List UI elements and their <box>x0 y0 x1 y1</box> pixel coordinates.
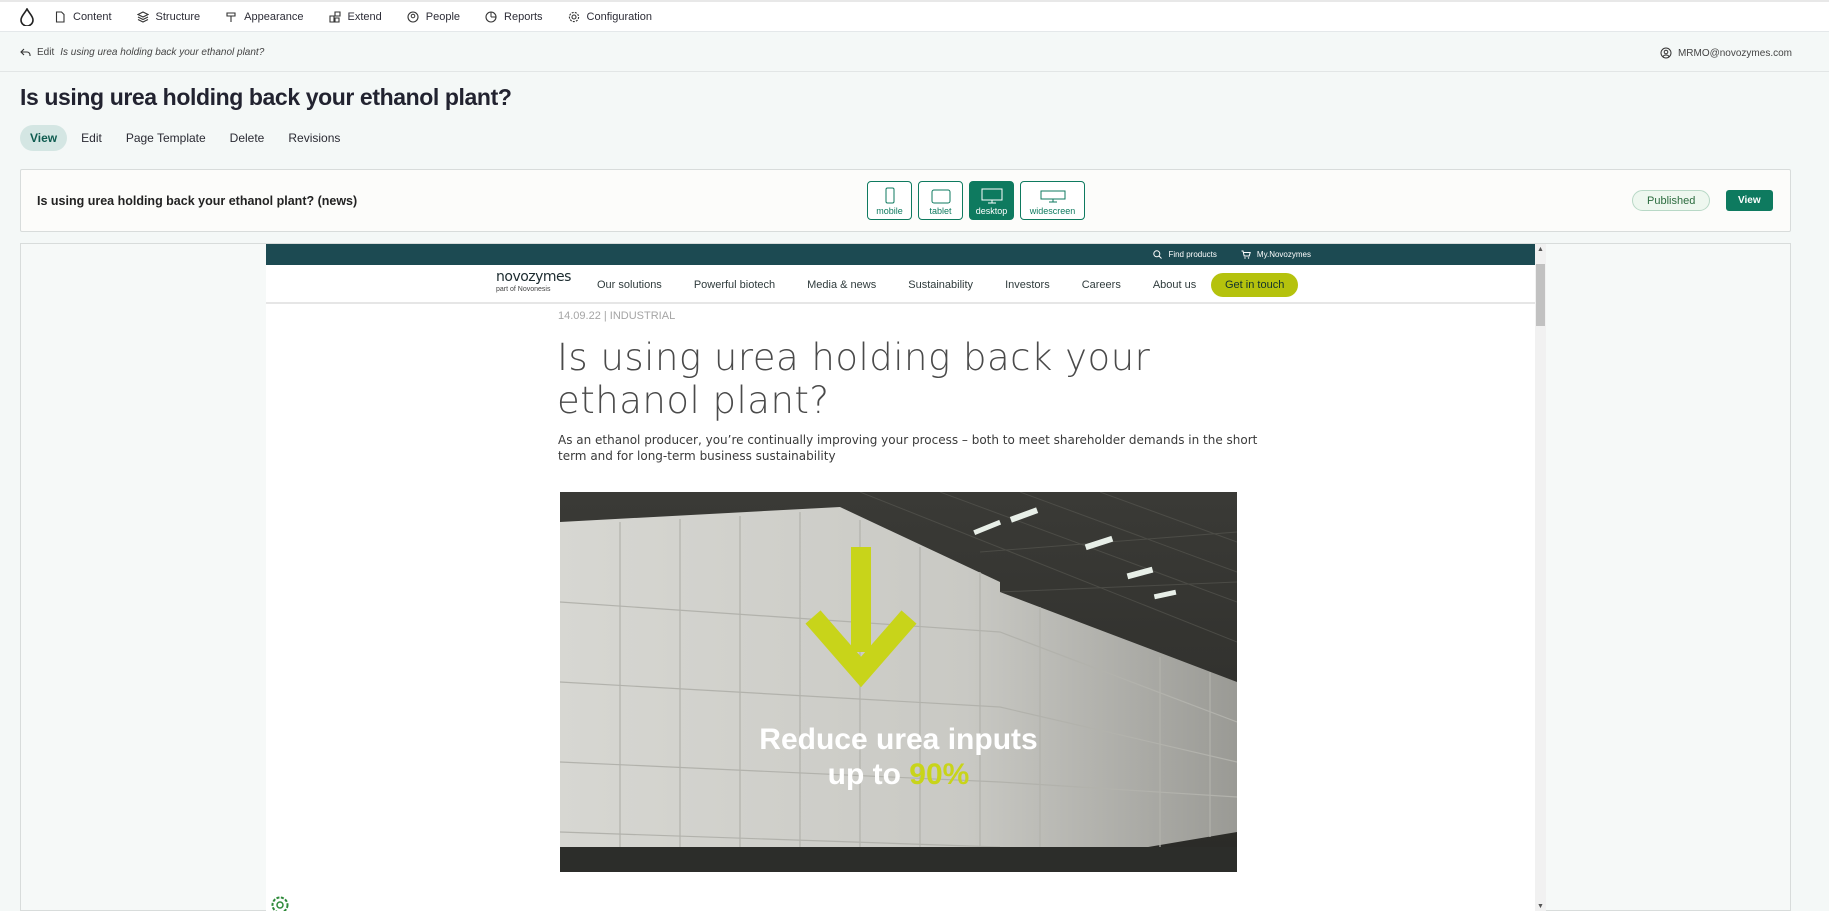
user-icon <box>1660 47 1672 59</box>
preview-title: Is using urea holding back your ethanol … <box>37 194 358 208</box>
toolbar-item-label: Appearance <box>244 10 304 23</box>
toolbar-item-structure[interactable]: Structure <box>136 2 201 32</box>
person-icon <box>407 10 419 23</box>
find-products-link[interactable]: Find products <box>1153 250 1217 259</box>
device-desktop-button[interactable]: desktop <box>969 181 1014 220</box>
view-button[interactable]: View <box>1726 190 1773 211</box>
my-novozymes-label: My.Novozymes <box>1256 250 1311 259</box>
preview-scrollbar[interactable]: ▲ ▼ <box>1535 244 1546 911</box>
toolbar-item-label: Extend <box>347 10 382 23</box>
device-label: desktop <box>975 206 1008 216</box>
toolbar-item-label: Structure <box>155 10 201 23</box>
nav-powerful-biotech[interactable]: Powerful biotech <box>694 279 775 291</box>
toolbar-item-label: Content <box>73 10 112 23</box>
device-label: mobile <box>876 206 903 216</box>
site-navigation: novozymes part of Novonesis Our solution… <box>266 265 1535 304</box>
toolbar-item-label: Reports <box>504 10 543 23</box>
chart-pie-icon <box>485 10 497 23</box>
admin-toolbar: Content Structure Appearance Extend Peop… <box>0 0 1829 32</box>
toolbar-item-reports[interactable]: Reports <box>485 2 543 32</box>
widescreen-icon <box>1040 190 1065 203</box>
get-in-touch-button[interactable]: Get in touch <box>1211 273 1299 297</box>
toolbar-item-people[interactable]: People <box>407 2 460 32</box>
toolbar-item-content[interactable]: Content <box>54 2 112 32</box>
page-title: Is using urea holding back your ethanol … <box>20 84 512 110</box>
nav-sustainability[interactable]: Sustainability <box>908 279 973 291</box>
breadcrumb-bar: Edit Is using urea holding back your eth… <box>0 34 1829 72</box>
toolbar-item-extend[interactable]: Extend <box>328 2 382 32</box>
article-lead: As an ethanol producer, you’re continual… <box>558 433 1258 463</box>
preview-iframe[interactable]: Find products My.Novozymes novozymes par… <box>266 244 1546 911</box>
cookie-settings-icon[interactable] <box>271 896 289 911</box>
mobile-icon <box>885 187 894 204</box>
drupal-logo-icon[interactable] <box>0 2 54 32</box>
device-label: tablet <box>929 206 952 216</box>
toolbar-item-label: People <box>425 10 461 23</box>
preview-bar: Is using urea holding back your ethanol … <box>20 169 1791 232</box>
tablet-icon <box>931 189 950 204</box>
back-arrow-icon <box>20 48 31 56</box>
toolbar-item-configuration[interactable]: Configuration <box>568 2 652 32</box>
user-email: MRMO@novozymes.com <box>1677 47 1792 59</box>
nav-about-us[interactable]: About us <box>1153 279 1196 291</box>
nav-our-solutions[interactable]: Our solutions <box>597 279 662 291</box>
hero-caption-highlight: 90% <box>909 758 970 791</box>
warehouse-illustration <box>560 492 1237 872</box>
gear-icon <box>568 11 579 22</box>
puzzle-icon <box>328 10 341 23</box>
my-novozymes-link[interactable]: My.Novozymes <box>1241 250 1311 259</box>
hero-image: Reduce urea inputs up to 90% <box>560 492 1237 872</box>
breadcrumb[interactable]: Edit Is using urea holding back your eth… <box>20 47 264 58</box>
toolbar-item-appearance[interactable]: Appearance <box>225 2 304 32</box>
brush-icon <box>226 11 236 22</box>
preview-frame-container: Find products My.Novozymes novozymes par… <box>20 243 1791 911</box>
device-mobile-button[interactable]: mobile <box>867 181 912 220</box>
tab-edit[interactable]: Edit <box>71 125 112 151</box>
user-menu[interactable]: MRMO@novozymes.com <box>1660 34 1792 72</box>
breadcrumb-prefix: Edit <box>37 47 55 58</box>
toolbar-item-label: Configuration <box>586 10 652 23</box>
site-utility-bar: Find products My.Novozymes <box>266 244 1535 265</box>
article-meta: 14.09.22 | INDUSTRIAL <box>558 310 676 322</box>
logo-text: novozymes <box>496 269 571 285</box>
search-icon <box>1153 250 1163 259</box>
main-menu: Our solutions Powerful biotech Media & n… <box>597 265 1196 304</box>
site-logo[interactable]: novozymes part of Novonesis <box>496 269 571 293</box>
breadcrumb-title: Is using urea holding back your ethanol … <box>60 47 265 58</box>
file-icon <box>55 10 65 23</box>
article-title: Is using urea holding back your ethanol … <box>557 336 1151 422</box>
tab-page-template[interactable]: Page Template <box>116 125 216 151</box>
scroll-down-arrow-icon[interactable]: ▼ <box>1537 903 1544 910</box>
device-tablet-button[interactable]: tablet <box>918 181 963 220</box>
status-badge: Published <box>1632 190 1711 211</box>
hero-caption-line-2: up to 90% <box>560 757 1237 792</box>
tab-delete[interactable]: Delete <box>220 125 275 151</box>
logo-subtext: part of Novonesis <box>496 286 551 293</box>
device-switcher: mobile tablet desktop widescreen <box>867 181 1085 220</box>
layers-icon <box>136 10 149 23</box>
device-widescreen-button[interactable]: widescreen <box>1020 181 1085 220</box>
nav-careers[interactable]: Careers <box>1082 279 1121 291</box>
tab-view[interactable]: View <box>20 125 68 151</box>
nav-media-news[interactable]: Media & news <box>807 279 876 291</box>
nav-investors[interactable]: Investors <box>1005 279 1050 291</box>
desktop-icon <box>981 188 1002 204</box>
hero-caption-line-1: Reduce urea inputs <box>759 723 1038 756</box>
scrollbar-thumb[interactable] <box>1536 264 1545 326</box>
device-label: widescreen <box>1029 206 1076 216</box>
hero-caption-prefix: up to <box>827 758 910 791</box>
scroll-up-arrow-icon[interactable]: ▲ <box>1537 246 1544 253</box>
tab-revisions[interactable]: Revisions <box>278 125 350 151</box>
cart-icon <box>1241 250 1251 259</box>
local-tasks-tabs: View Edit Page Template Delete Revisions <box>20 125 350 151</box>
find-products-label: Find products <box>1168 250 1217 259</box>
